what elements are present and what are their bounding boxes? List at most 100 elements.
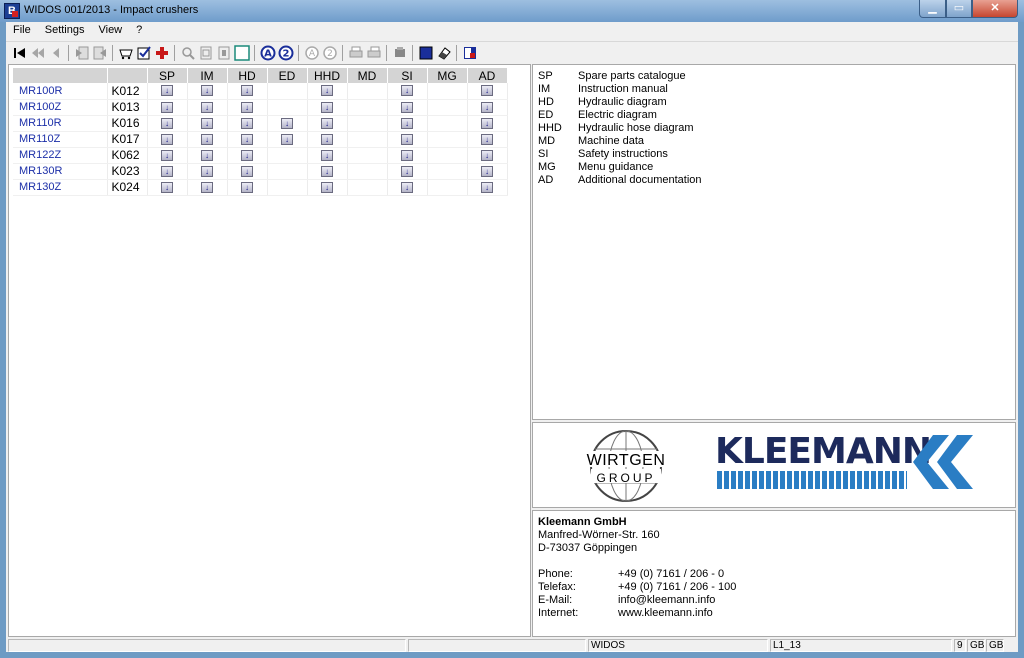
- download-icon[interactable]: ↓: [401, 133, 413, 145]
- doc-cell-hd[interactable]: ↓: [227, 99, 268, 116]
- minimize-button[interactable]: ▁: [919, 0, 946, 18]
- add-icon[interactable]: [154, 45, 170, 61]
- download-icon[interactable]: ↓: [321, 149, 333, 161]
- doc-cell-sp[interactable]: ↓: [147, 83, 188, 100]
- download-icon[interactable]: ↓: [241, 149, 253, 161]
- table-row[interactable]: MR130R K023 ↓ ↓ ↓ ↓ ↓ ↓: [13, 163, 508, 180]
- download-icon[interactable]: ↓: [481, 133, 493, 145]
- doc-cell-im[interactable]: ↓: [187, 131, 228, 148]
- download-icon[interactable]: ↓: [241, 85, 253, 97]
- table-row[interactable]: MR122Z K062 ↓ ↓ ↓ ↓ ↓ ↓: [13, 147, 508, 164]
- download-icon[interactable]: ↓: [201, 181, 213, 193]
- search-a-disabled-icon[interactable]: A: [304, 45, 320, 61]
- maximize-button[interactable]: ▭: [946, 0, 972, 18]
- doc-cell-ad[interactable]: ↓: [467, 115, 508, 132]
- page-icon[interactable]: [198, 45, 214, 61]
- doc-cell-hd[interactable]: ↓: [227, 115, 268, 132]
- machine-name[interactable]: MR122Z: [13, 147, 108, 164]
- doc-cell-si[interactable]: ↓: [387, 83, 428, 100]
- doc-cell-hhd[interactable]: ↓: [307, 131, 348, 148]
- download-icon[interactable]: ↓: [401, 85, 413, 97]
- download-icon[interactable]: ↓: [201, 117, 213, 129]
- machine-name[interactable]: MR130Z: [13, 179, 108, 196]
- download-icon[interactable]: ↓: [481, 117, 493, 129]
- doc-cell-si[interactable]: ↓: [387, 147, 428, 164]
- close-button[interactable]: ✕: [972, 0, 1018, 18]
- web-link[interactable]: www.kleemann.info: [618, 607, 713, 620]
- doc-cell-ed[interactable]: ↓: [267, 131, 308, 148]
- header-ed[interactable]: ED: [267, 68, 308, 83]
- download-icon[interactable]: ↓: [161, 181, 173, 193]
- table-row[interactable]: MR110R K016 ↓ ↓ ↓ ↓ ↓ ↓ ↓: [13, 115, 508, 132]
- machine-name[interactable]: MR130R: [13, 163, 108, 180]
- search-a-icon[interactable]: A: [260, 45, 276, 61]
- download-icon[interactable]: ↓: [161, 149, 173, 161]
- download-icon[interactable]: ↓: [201, 165, 213, 177]
- download-icon[interactable]: ↓: [321, 117, 333, 129]
- doc-cell-hhd[interactable]: ↓: [307, 83, 348, 100]
- doc-cell-im[interactable]: ↓: [187, 99, 228, 116]
- search-2-disabled-icon[interactable]: 2: [322, 45, 338, 61]
- download-icon[interactable]: ↓: [401, 117, 413, 129]
- doc-cell-ad[interactable]: ↓: [467, 83, 508, 100]
- download-icon[interactable]: ↓: [321, 101, 333, 113]
- doc-cell-hhd[interactable]: ↓: [307, 179, 348, 196]
- download-icon[interactable]: ↓: [201, 133, 213, 145]
- forward-page-icon[interactable]: [92, 45, 108, 61]
- download-icon[interactable]: ↓: [161, 133, 173, 145]
- previous-icon[interactable]: [48, 45, 64, 61]
- download-icon[interactable]: ↓: [201, 101, 213, 113]
- download-icon[interactable]: ↓: [281, 133, 293, 145]
- header-hd[interactable]: HD: [227, 68, 268, 83]
- machine-name[interactable]: MR100R: [13, 83, 108, 100]
- doc-cell-hd[interactable]: ↓: [227, 163, 268, 180]
- doc-cell-sp[interactable]: ↓: [147, 115, 188, 132]
- machine-name[interactable]: MR110Z: [13, 131, 108, 148]
- doc-cell-si[interactable]: ↓: [387, 115, 428, 132]
- download-icon[interactable]: ↓: [281, 117, 293, 129]
- checklist-icon[interactable]: [136, 45, 152, 61]
- print-all-icon[interactable]: [366, 45, 382, 61]
- menu-file[interactable]: File: [6, 22, 38, 39]
- download-icon[interactable]: ↓: [201, 85, 213, 97]
- doc-cell-hhd[interactable]: ↓: [307, 147, 348, 164]
- doc-cell-si[interactable]: ↓: [387, 99, 428, 116]
- fast-back-icon[interactable]: [30, 45, 46, 61]
- download-icon[interactable]: ↓: [241, 133, 253, 145]
- download-icon[interactable]: ↓: [401, 149, 413, 161]
- download-icon[interactable]: ↓: [161, 85, 173, 97]
- doc-cell-si[interactable]: ↓: [387, 163, 428, 180]
- table-row[interactable]: MR100R K012 ↓ ↓ ↓ ↓ ↓ ↓: [13, 83, 508, 100]
- doc-cell-sp[interactable]: ↓: [147, 179, 188, 196]
- zoom-icon[interactable]: [180, 45, 196, 61]
- first-page-icon[interactable]: [12, 45, 28, 61]
- email-link[interactable]: info@kleemann.info: [618, 594, 715, 607]
- doc-cell-hd[interactable]: ↓: [227, 83, 268, 100]
- doc-cell-im[interactable]: ↓: [187, 115, 228, 132]
- download-icon[interactable]: ↓: [161, 117, 173, 129]
- cart-icon[interactable]: [118, 45, 134, 61]
- download-icon[interactable]: ↓: [481, 85, 493, 97]
- doc-cell-sp[interactable]: ↓: [147, 131, 188, 148]
- header-hhd[interactable]: HHD: [307, 68, 348, 83]
- menu-help[interactable]: ?: [129, 22, 149, 39]
- download-icon[interactable]: ↓: [321, 181, 333, 193]
- doc-cell-hhd[interactable]: ↓: [307, 99, 348, 116]
- table-row[interactable]: MR100Z K013 ↓ ↓ ↓ ↓ ↓ ↓: [13, 99, 508, 116]
- download-icon[interactable]: ↓: [161, 165, 173, 177]
- download-icon[interactable]: ↓: [321, 85, 333, 97]
- download-icon[interactable]: ↓: [241, 101, 253, 113]
- blue-square-icon[interactable]: [418, 45, 434, 61]
- download-icon[interactable]: ↓: [401, 165, 413, 177]
- fit-page-icon[interactable]: [216, 45, 232, 61]
- exit-icon[interactable]: [462, 45, 478, 61]
- doc-cell-im[interactable]: ↓: [187, 147, 228, 164]
- back-page-icon[interactable]: [74, 45, 90, 61]
- doc-cell-hd[interactable]: ↓: [227, 179, 268, 196]
- download-icon[interactable]: ↓: [241, 181, 253, 193]
- doc-cell-ad[interactable]: ↓: [467, 179, 508, 196]
- header-si[interactable]: SI: [387, 68, 428, 83]
- header-im[interactable]: IM: [187, 68, 228, 83]
- doc-cell-sp[interactable]: ↓: [147, 147, 188, 164]
- download-icon[interactable]: ↓: [321, 133, 333, 145]
